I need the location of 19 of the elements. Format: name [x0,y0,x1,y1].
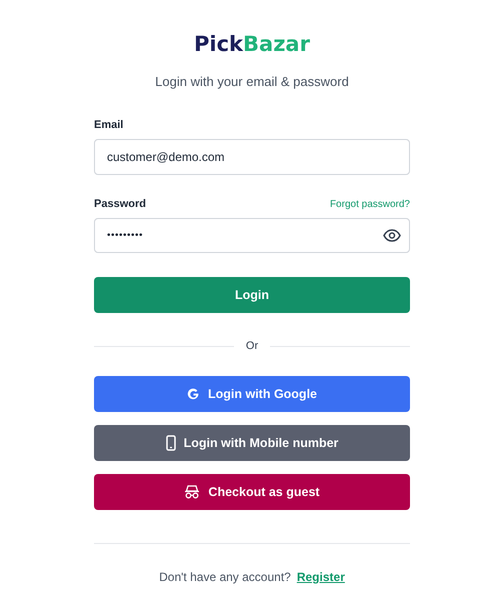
email-label: Email [94,119,124,131]
eye-icon[interactable] [383,229,401,242]
forgot-password-link[interactable]: Forgot password? [330,198,410,210]
password-label: Password [94,198,146,210]
password-field[interactable]: ••••••••• [94,218,410,253]
google-login-button[interactable]: Login with Google [94,376,410,412]
guest-login-button[interactable]: Checkout as guest [94,474,410,510]
email-field[interactable]: customer@demo.com [94,139,410,175]
logo: PickBazar [194,32,310,56]
google-icon [186,388,200,400]
phone-icon [166,435,176,451]
no-account-text: Don't have any account? [159,570,291,584]
or-divider-text: Or [246,340,258,352]
login-button[interactable]: Login [94,277,410,313]
incognito-icon [184,485,200,499]
password-value: ••••••••• [107,230,144,241]
mobile-login-button[interactable]: Login with Mobile number [94,425,410,461]
register-link[interactable]: Register [296,570,345,584]
subtitle: Login with your email & password [155,74,349,89]
